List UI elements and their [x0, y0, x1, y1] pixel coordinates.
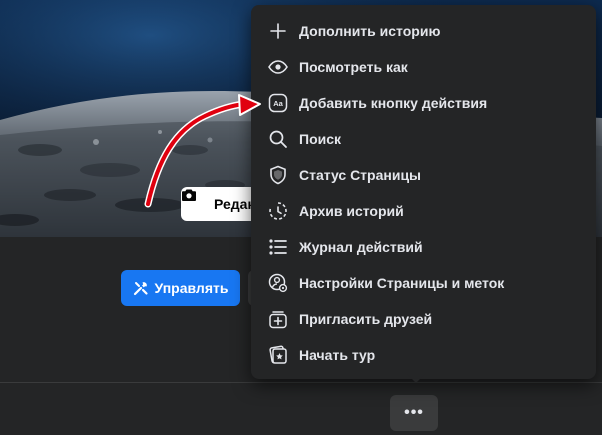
menu-item-add-story[interactable]: Дополнить историю	[251, 13, 596, 49]
profile-gear-icon	[267, 272, 289, 294]
invite-icon	[267, 308, 289, 330]
manage-label: Управлять	[154, 280, 229, 296]
menu-item-label: Добавить кнопку действия	[299, 95, 488, 111]
more-options-button[interactable]: •••	[390, 395, 438, 431]
menu-item-activity-log[interactable]: Журнал действий	[251, 229, 596, 265]
menu-item-story-archive[interactable]: Архив историй	[251, 193, 596, 229]
menu-item-add-action-button[interactable]: Aa Добавить кнопку действия	[251, 85, 596, 121]
action-button-icon: Aa	[267, 92, 289, 114]
search-icon	[267, 128, 289, 150]
tour-icon	[267, 344, 289, 366]
menu-item-invite-friends[interactable]: Пригласить друзей	[251, 301, 596, 337]
list-icon	[267, 236, 289, 258]
menu-item-label: Архив историй	[299, 203, 404, 219]
edit-cover-label: Редак	[214, 196, 255, 212]
menu-item-page-status[interactable]: Статус Страницы	[251, 157, 596, 193]
plus-icon	[267, 20, 289, 42]
menu-item-page-settings[interactable]: Настройки Страницы и меток	[251, 265, 596, 301]
menu-item-view-as[interactable]: Посмотреть как	[251, 49, 596, 85]
svg-text:Aa: Aa	[273, 99, 283, 108]
more-options-menu: Дополнить историю Посмотреть как Aa Доба…	[251, 5, 596, 379]
menu-item-label: Начать тур	[299, 347, 376, 363]
menu-item-label: Посмотреть как	[299, 59, 408, 75]
menu-item-label: Пригласить друзей	[299, 311, 433, 327]
camera-icon	[182, 189, 208, 212]
menu-item-start-tour[interactable]: Начать тур	[251, 337, 596, 373]
menu-caret	[407, 374, 425, 383]
menu-item-label: Дополнить историю	[299, 23, 441, 39]
manage-button[interactable]: Управлять	[121, 270, 240, 306]
archive-clock-icon	[267, 200, 289, 222]
eye-icon	[267, 56, 289, 78]
menu-item-label: Журнал действий	[299, 239, 423, 255]
menu-item-label: Настройки Страницы и меток	[299, 275, 505, 291]
shield-icon	[267, 164, 289, 186]
wrench-screwdriver-icon	[133, 280, 149, 296]
menu-item-label: Поиск	[299, 131, 342, 147]
menu-item-label: Статус Страницы	[299, 167, 422, 183]
menu-item-search[interactable]: Поиск	[251, 121, 596, 157]
profile-tabs-bar	[0, 383, 602, 435]
more-dots-icon: •••	[404, 404, 424, 421]
